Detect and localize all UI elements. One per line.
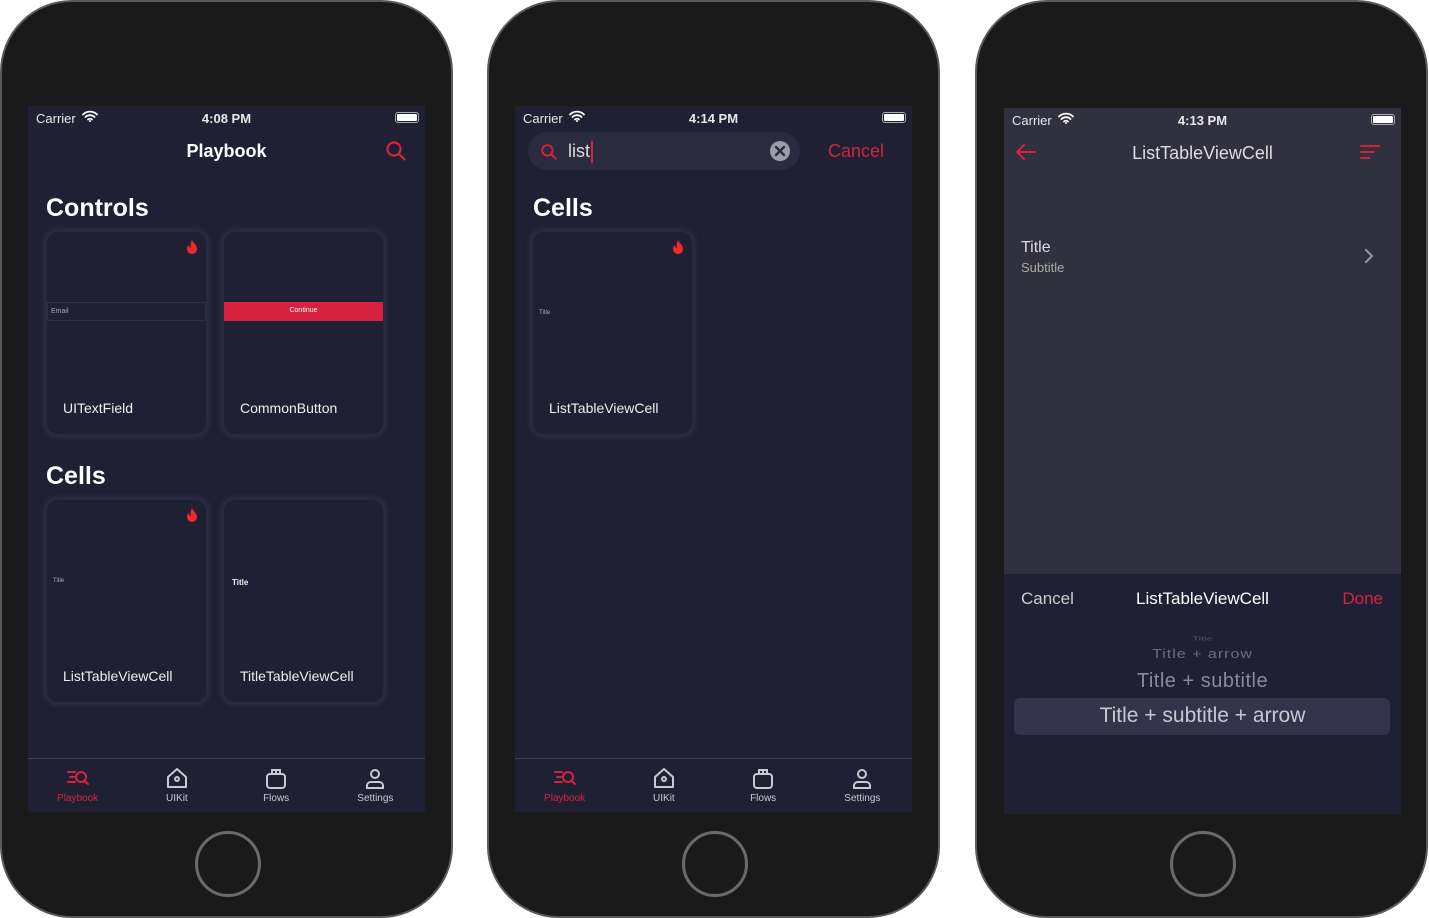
- home-button[interactable]: [682, 831, 748, 897]
- cell-subtitle: Subtitle: [1021, 260, 1065, 275]
- tab-settings[interactable]: Settings: [813, 759, 912, 812]
- tab-playbook[interactable]: Playbook: [515, 759, 614, 812]
- card-label: ListTableViewCell: [549, 400, 659, 416]
- flame-icon: [672, 240, 684, 254]
- card-titletableviewcell[interactable]: Title TitleTableViewCell: [223, 499, 384, 703]
- preview-title: Title: [539, 310, 551, 316]
- clock: 4:08 PM: [201, 111, 252, 126]
- picker-option-selected[interactable]: Title + subtitle + arrow: [1004, 704, 1401, 728]
- bag-icon: [266, 769, 287, 789]
- flame-icon: [186, 240, 198, 254]
- bag-icon: [753, 769, 774, 789]
- list-cell[interactable]: Title Subtitle: [1004, 233, 1401, 283]
- filter-icon[interactable]: [1360, 144, 1380, 160]
- section-title: Cells: [46, 462, 106, 490]
- screen: Carrier 4:14 PM list Cancel Cells Title …: [515, 106, 912, 812]
- section-title: Cells: [533, 194, 593, 222]
- status-bar: Carrier 4:14 PM: [515, 106, 912, 130]
- person-icon: [853, 769, 872, 789]
- clock: 4:13 PM: [1177, 113, 1228, 128]
- tab-label: UIKit: [653, 793, 675, 804]
- search-icon[interactable]: [386, 141, 406, 161]
- tab-label: Flows: [263, 793, 290, 804]
- status-bar: Carrier 4:08 PM: [28, 106, 425, 130]
- preview-title: Title: [232, 578, 249, 587]
- clear-icon[interactable]: [770, 141, 790, 161]
- picker-done-button[interactable]: Done: [1342, 589, 1383, 609]
- tab-flows[interactable]: Flows: [227, 759, 326, 812]
- home-button[interactable]: [1170, 831, 1236, 897]
- page-title: ListTableViewCell: [1132, 143, 1273, 163]
- card-label: UITextField: [63, 400, 134, 416]
- phone-detail: Carrier 4:13 PM ListTableViewCell Title …: [975, 0, 1428, 918]
- card-label: TitleTableViewCell: [240, 668, 354, 684]
- picker-option[interactable]: Title + subtitle: [1004, 670, 1401, 693]
- section-title: Controls: [46, 194, 149, 222]
- tab-label: Settings: [357, 793, 394, 804]
- tab-label: Flows: [750, 793, 777, 804]
- preview-title: Title: [53, 578, 65, 584]
- tab-bar: Playbook UIKit Flows Settings: [515, 758, 912, 812]
- screen: Carrier 4:13 PM ListTableViewCell Title …: [1004, 108, 1401, 814]
- preview-continue-button: Continue: [224, 302, 383, 321]
- home-icon: [166, 768, 187, 788]
- status-bar: Carrier 4:13 PM: [1004, 108, 1401, 132]
- card-listtableviewcell[interactable]: Title ListTableViewCell: [532, 231, 693, 435]
- card-label: CommonButton: [240, 400, 338, 416]
- tab-playbook[interactable]: Playbook: [28, 759, 127, 812]
- playbook-search-icon: [553, 771, 576, 785]
- picker-option[interactable]: Title: [1004, 636, 1401, 642]
- home-button[interactable]: [195, 831, 261, 897]
- card-label: ListTableViewCell: [63, 668, 173, 684]
- tab-settings[interactable]: Settings: [326, 759, 425, 812]
- card-uitextfield[interactable]: Email UITextField: [46, 231, 207, 435]
- home-icon: [653, 768, 674, 788]
- preview-area: [1004, 108, 1401, 574]
- picker-wheel[interactable]: Title Title + arrow Title + subtitle Tit…: [1004, 623, 1401, 763]
- battery-icon: [395, 112, 419, 123]
- search-icon: [541, 144, 557, 160]
- search-text: list: [568, 141, 593, 163]
- playbook-search-icon: [66, 771, 89, 785]
- clock: 4:14 PM: [688, 111, 739, 126]
- page-title: Playbook: [186, 141, 267, 161]
- tab-flows[interactable]: Flows: [714, 759, 813, 812]
- tab-label: Playbook: [544, 793, 586, 804]
- battery-icon: [882, 112, 906, 123]
- tab-uikit[interactable]: UIKit: [614, 759, 713, 812]
- tab-label: Playbook: [57, 793, 99, 804]
- tab-label: Settings: [844, 793, 881, 804]
- battery-icon: [1371, 114, 1395, 125]
- phone-playbook: Carrier 4:08 PM Playbook Controls Email …: [0, 0, 453, 918]
- picker-option[interactable]: Title + arrow: [1004, 648, 1401, 662]
- phone-search: Carrier 4:14 PM list Cancel Cells Title …: [487, 0, 940, 918]
- tab-label: UIKit: [166, 793, 188, 804]
- preview-email-field: Email: [47, 302, 206, 321]
- cell-title: Title: [1021, 239, 1051, 256]
- cancel-button[interactable]: Cancel: [828, 141, 884, 162]
- screen: Carrier 4:08 PM Playbook Controls Email …: [28, 106, 425, 812]
- search-input[interactable]: list: [528, 132, 800, 170]
- card-commonbutton[interactable]: Continue CommonButton: [223, 231, 384, 435]
- flame-icon: [186, 508, 198, 522]
- tab-bar: Playbook UIKit Flows Settings: [28, 758, 425, 812]
- person-icon: [366, 769, 385, 789]
- card-listtableviewcell[interactable]: Title ListTableViewCell: [46, 499, 207, 703]
- tab-uikit[interactable]: UIKit: [127, 759, 226, 812]
- chevron-right-icon: [1365, 249, 1374, 263]
